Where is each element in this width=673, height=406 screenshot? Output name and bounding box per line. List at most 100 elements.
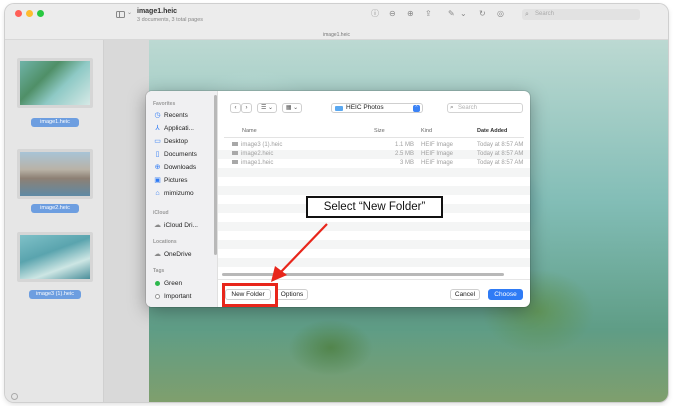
sidebar-item-label: Pictures	[164, 177, 188, 184]
sidebar-item-documents[interactable]: ▯ Documents	[153, 149, 197, 160]
sidebar-item-label: Recents	[164, 112, 188, 119]
sidebar-item-home[interactable]: ⌂ mimizumo	[153, 188, 193, 199]
folder-popup[interactable]: HEIC Photos ⌃	[331, 103, 423, 113]
sidebar-item-recents[interactable]: ◷ Recents	[153, 110, 188, 121]
cancel-button[interactable]: Cancel	[450, 289, 480, 300]
chevron-updown-icon: ⌃	[413, 105, 420, 112]
markup-icon[interactable]: ✎	[448, 9, 455, 19]
sidebar-item-onedrive[interactable]: ☁ OneDrive	[153, 249, 191, 260]
file-name-cell: image3 (1).heic	[232, 142, 282, 148]
cloud-icon: ☁	[154, 222, 161, 229]
sidebar-item-label: Applicati...	[164, 125, 194, 132]
file-name-cell: image2.heic	[232, 151, 273, 157]
search-placeholder: Search	[535, 11, 555, 17]
applications-icon: ⅄	[155, 125, 160, 132]
sidebar-item-tag-important[interactable]: Important	[153, 291, 191, 302]
sidebar-item-desktop[interactable]: ▭ Desktop	[153, 136, 188, 147]
rotate-icon[interactable]: ↻	[479, 9, 486, 19]
chevron-down-icon[interactable]: ⌄	[127, 9, 132, 16]
forward-button[interactable]: ›	[241, 103, 252, 113]
search-icon: ⌕	[525, 11, 529, 18]
back-button[interactable]: ‹	[230, 103, 241, 113]
file-date: Today at 8:57 AM	[477, 151, 524, 157]
instruction-callout: Select “New Folder”	[306, 196, 443, 218]
thumbnail-image2[interactable]	[17, 149, 93, 199]
empty-row	[218, 168, 530, 177]
column-header-size[interactable]: Size	[374, 128, 385, 134]
home-icon: ⌂	[155, 190, 160, 197]
sidebar-scrollbar[interactable]	[214, 95, 217, 255]
sidebar-item-downloads[interactable]: ⊕ Downloads	[153, 162, 197, 173]
markup-circle-icon[interactable]: ◎	[497, 9, 504, 19]
sidebar-item-applications[interactable]: ⅄ Applicati...	[153, 123, 194, 134]
grid-view-button[interactable]: ▦ ⌄	[282, 103, 302, 113]
file-size: 2.5 MB	[394, 151, 414, 157]
column-header-name[interactable]: Name	[242, 128, 257, 134]
sidebar-item-tag-green[interactable]: Green	[153, 278, 182, 289]
chevron-down-icon[interactable]: ⌄	[460, 9, 467, 19]
zoom-out-icon[interactable]: ⊖	[389, 9, 396, 19]
table-row[interactable]: image3 (1).heic 1.1 MB HEIF Image Today …	[218, 141, 530, 150]
desktop-icon: ▭	[154, 138, 161, 145]
column-header-date-added[interactable]: Date Added	[477, 128, 507, 134]
sidebar-item-pictures[interactable]: ▣ Pictures	[153, 175, 187, 186]
sidebar-item-label: Green	[164, 280, 183, 287]
share-icon[interactable]: ⇪	[425, 9, 432, 19]
tab-image1[interactable]: image1.heic	[5, 32, 668, 38]
folder-icon	[335, 106, 343, 111]
sidebar-item-label: OneDrive	[164, 251, 192, 258]
tag-dot-icon	[155, 293, 160, 299]
sidebar-item-label: iCloud Dri...	[164, 222, 198, 229]
minimize-window-button[interactable]	[26, 10, 33, 17]
image-file-icon	[232, 151, 238, 156]
file-kind: HEIF Image	[421, 142, 454, 148]
file-date: Today at 8:57 AM	[477, 142, 524, 148]
thumbnail-image3[interactable]	[17, 232, 93, 282]
sidebar-item-icloud-drive[interactable]: ☁ iCloud Dri...	[153, 220, 198, 231]
canvas-background	[104, 40, 149, 402]
file-size: 1.1 MB	[394, 142, 414, 148]
cloud-icon: ☁	[154, 251, 161, 258]
choose-button[interactable]: Choose	[488, 289, 523, 300]
table-row[interactable]: image2.heic 2.5 MB HEIF Image Today at 8…	[218, 150, 530, 159]
table-row[interactable]: image1.heic 3 MB HEIF Image Today at 8:5…	[218, 159, 530, 168]
thumbnail-label: image3 (1).heic	[29, 290, 81, 299]
file-name: image3 (1).heic	[241, 142, 283, 148]
document-subtitle: 3 documents, 3 total pages	[137, 17, 204, 23]
column-header-kind[interactable]: Kind	[421, 128, 432, 134]
image-file-icon	[232, 142, 238, 147]
horizontal-scrollbar[interactable]	[222, 273, 504, 276]
section-locations: Locations	[153, 239, 177, 245]
file-name-cell: image1.heic	[232, 160, 273, 166]
image-file-icon	[232, 160, 238, 165]
search-field[interactable]: ⌕ Search	[522, 9, 640, 20]
empty-row	[218, 222, 530, 231]
empty-row	[218, 186, 530, 195]
file-name: image1.heic	[241, 160, 274, 166]
sidebar-toggle-icon[interactable]	[116, 11, 125, 18]
search-icon: ⌕	[450, 104, 454, 111]
list-view-button[interactable]: ☰ ⌄	[257, 103, 277, 113]
info-icon[interactable]: ⓘ	[371, 9, 379, 19]
tab-bar: image1.heic	[5, 31, 668, 40]
close-window-button[interactable]	[15, 10, 22, 17]
empty-row	[218, 240, 530, 249]
gear-icon[interactable]	[11, 393, 18, 400]
pictures-icon: ▣	[154, 177, 161, 184]
search-placeholder: Search	[458, 105, 478, 111]
folder-name: HEIC Photos	[346, 104, 384, 111]
download-icon: ⊕	[154, 164, 161, 171]
sidebar-item-label: Important	[164, 293, 192, 300]
file-kind: HEIF Image	[421, 160, 454, 166]
thumbnail-image1[interactable]	[17, 58, 93, 108]
document-title: image1.heic	[137, 8, 178, 15]
dialog-search-input[interactable]: ⌕ Search	[447, 103, 523, 113]
new-folder-highlight-box	[222, 283, 278, 307]
zoom-window-button[interactable]	[37, 10, 44, 17]
options-button[interactable]: Options	[276, 289, 308, 300]
file-date: Today at 8:57 AM	[477, 160, 524, 166]
empty-row	[218, 258, 530, 267]
header-divider	[224, 137, 524, 138]
file-name: image2.heic	[241, 151, 274, 157]
zoom-in-icon[interactable]: ⊕	[407, 9, 414, 19]
